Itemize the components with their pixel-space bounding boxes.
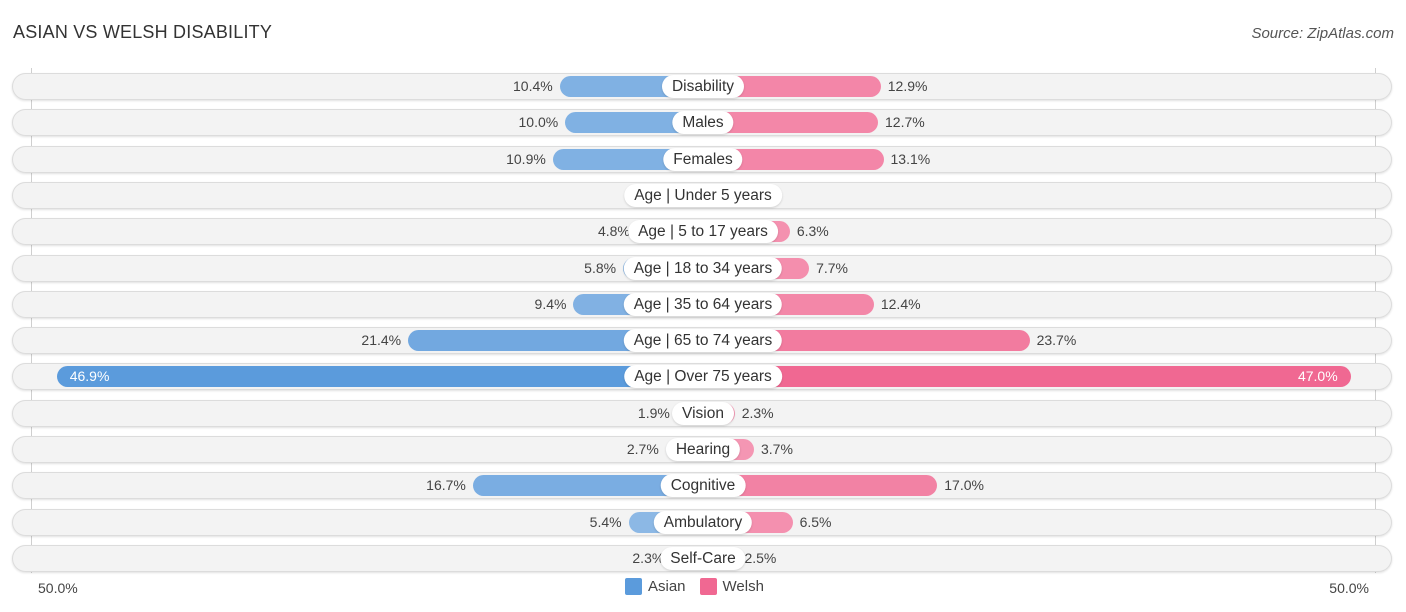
legend-item-welsh: Welsh bbox=[699, 578, 764, 595]
category-label: Age | 35 to 64 years bbox=[623, 292, 783, 316]
value-label-welsh: 6.5% bbox=[799, 513, 832, 530]
value-label-asian: 10.4% bbox=[513, 78, 553, 94]
value-label-welsh: 23.7% bbox=[1036, 332, 1077, 349]
category-label: Disability bbox=[661, 75, 745, 98]
value-label-asian: 5.4% bbox=[589, 513, 622, 530]
value-label-welsh: 2.5% bbox=[744, 549, 777, 566]
value-label-asian: 46.9% bbox=[69, 368, 110, 385]
value-label-welsh: 3.7% bbox=[760, 441, 793, 457]
value-label-asian: 10.0% bbox=[518, 114, 559, 131]
category-label: Age | Under 5 years bbox=[624, 183, 782, 207]
legend-swatch-asian bbox=[625, 578, 642, 595]
source-label: Source: ZipAtlas.com bbox=[1251, 25, 1394, 42]
value-label-welsh: 13.1% bbox=[890, 150, 931, 167]
value-label-welsh: 12.9% bbox=[887, 78, 928, 94]
axis-label-left: 50.0% bbox=[38, 580, 78, 596]
value-label-welsh: 47.0% bbox=[1297, 368, 1338, 385]
value-label-welsh: 17.0% bbox=[944, 477, 984, 494]
category-label: Age | 5 to 17 years bbox=[628, 220, 778, 244]
value-label-asian: 21.4% bbox=[361, 332, 402, 349]
legend-item-asian: Asian bbox=[625, 578, 686, 595]
category-label: Age | Over 75 years bbox=[624, 365, 782, 389]
legend-swatch-welsh bbox=[699, 578, 717, 595]
category-label: Cognitive bbox=[660, 474, 746, 498]
category-label: Self-Care bbox=[660, 546, 746, 570]
legend-label-welsh: Welsh bbox=[722, 578, 764, 595]
value-label-welsh: 7.7% bbox=[816, 259, 849, 276]
value-label-welsh: 12.4% bbox=[880, 295, 921, 312]
value-label-welsh: 12.7% bbox=[885, 114, 925, 131]
category-label: Ambulatory bbox=[653, 510, 753, 534]
axis-label-right: 50.0% bbox=[1329, 580, 1369, 596]
bar-welsh bbox=[703, 366, 1351, 388]
legend-label-asian: Asian bbox=[648, 578, 686, 595]
category-label: Age | 18 to 34 years bbox=[623, 256, 783, 280]
chart-title: ASIAN VS WELSH DISABILITY bbox=[13, 22, 273, 42]
value-label-asian: 1.9% bbox=[637, 404, 670, 421]
legend: Asian Welsh bbox=[625, 578, 778, 595]
value-label-asian: 5.8% bbox=[584, 259, 617, 276]
value-label-asian: 9.4% bbox=[534, 295, 567, 312]
value-label-asian: 10.9% bbox=[506, 150, 546, 167]
category-label: Vision bbox=[672, 401, 734, 425]
value-label-welsh: 6.3% bbox=[796, 223, 829, 240]
value-label-asian: 4.8% bbox=[597, 223, 630, 240]
value-label-asian: 2.7% bbox=[626, 441, 659, 457]
bar-asian bbox=[56, 366, 703, 388]
category-label: Age | 65 to 74 years bbox=[623, 329, 783, 353]
value-label-asian: 16.7% bbox=[426, 477, 466, 494]
category-label: Females bbox=[663, 147, 743, 171]
category-label: Hearing bbox=[665, 438, 741, 461]
category-label: Males bbox=[672, 111, 734, 135]
value-label-welsh: 2.3% bbox=[741, 404, 774, 421]
